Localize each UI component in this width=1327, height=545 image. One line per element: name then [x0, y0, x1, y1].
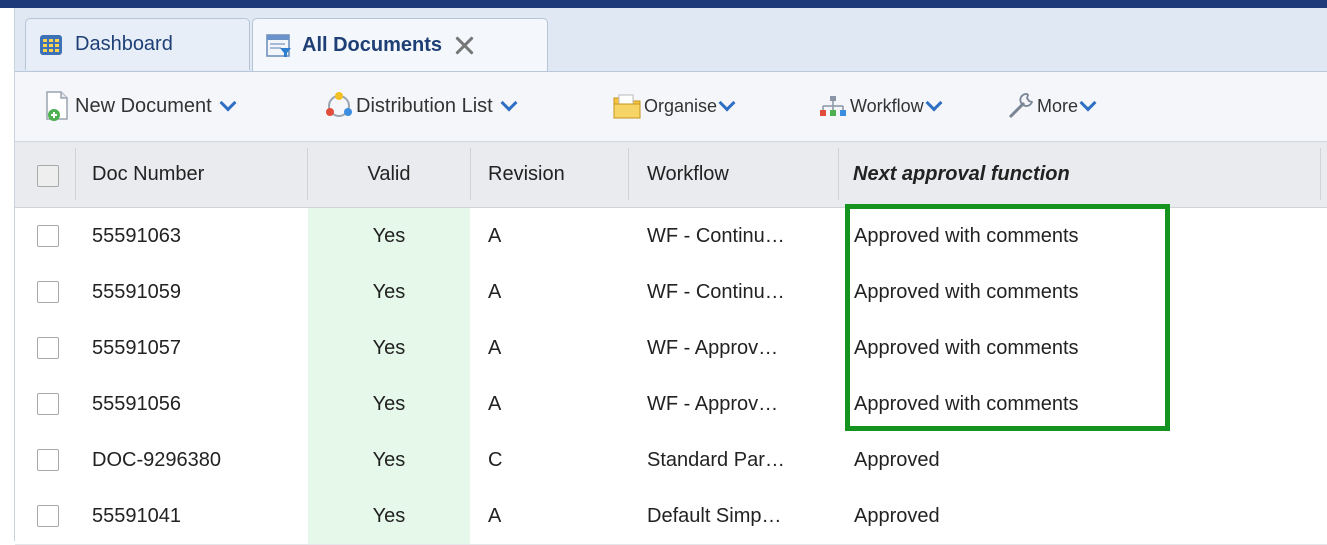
column-divider: [838, 148, 839, 200]
revision-cell: A: [488, 393, 502, 415]
tab-dashboard-label: Dashboard: [75, 33, 173, 55]
left-gutter: [0, 8, 15, 541]
next-approval-cell: Approved with comments: [854, 337, 1079, 359]
next-approval-cell: Approved with comments: [854, 281, 1079, 303]
more-button[interactable]: More: [1005, 88, 1097, 124]
chevron-down-icon: [1079, 94, 1097, 112]
chevron-down-icon: [219, 94, 237, 112]
valid-cell: Yes: [372, 449, 406, 471]
revision-cell: A: [488, 225, 502, 247]
table-row[interactable]: 55591041 Yes A Default Simp… Approved: [15, 488, 1327, 545]
revision-cell: A: [488, 505, 502, 527]
tab-dashboard[interactable]: Dashboard: [25, 18, 250, 70]
header-doc-number[interactable]: Doc Number: [92, 142, 204, 207]
column-divider: [1320, 148, 1321, 200]
chevron-down-icon: [718, 94, 736, 112]
wrench-icon: [1005, 90, 1035, 122]
distribution-list-label: Distribution List: [356, 94, 493, 117]
workflow-button[interactable]: Workflow: [818, 88, 943, 124]
row-checkbox[interactable]: [37, 225, 59, 247]
workflow-cell: WF - Approv…: [647, 337, 779, 359]
toolbar: New Document Distribution List Organise …: [15, 72, 1327, 142]
revision-cell: A: [488, 281, 502, 303]
doc-number-cell[interactable]: 55591041: [92, 488, 181, 544]
new-document-label: New Document: [75, 94, 212, 117]
row-checkbox[interactable]: [37, 505, 59, 527]
documents-list-icon: [266, 34, 291, 57]
more-label: More: [1037, 95, 1079, 116]
workflow-cell: WF - Continu…: [647, 281, 785, 303]
valid-cell: Yes: [372, 281, 406, 303]
header-workflow[interactable]: Workflow: [647, 142, 729, 207]
column-divider: [75, 148, 76, 200]
workflow-label: Workflow: [850, 95, 924, 116]
table-row[interactable]: 55591057 Yes A WF - Approv… Approved wit…: [15, 320, 1327, 377]
doc-number-cell[interactable]: 55591057: [92, 320, 181, 376]
organise-button[interactable]: Organise: [612, 88, 736, 124]
workflow-cell: WF - Approv…: [647, 393, 779, 415]
valid-cell: Yes: [372, 505, 406, 527]
grid-header: Doc Number Valid Revision Workflow Next …: [15, 142, 1327, 208]
distribution-list-icon: [324, 90, 354, 122]
doc-number-cell[interactable]: 55591063: [92, 208, 181, 264]
table-row[interactable]: 55591056 Yes A WF - Approv… Approved wit…: [15, 376, 1327, 433]
next-approval-cell: Approved: [854, 449, 940, 471]
valid-cell: Yes: [372, 393, 406, 415]
new-document-icon: [43, 90, 73, 122]
table-row[interactable]: 55591059 Yes A WF - Continu… Approved wi…: [15, 264, 1327, 321]
row-checkbox[interactable]: [37, 281, 59, 303]
valid-cell: Yes: [372, 337, 406, 359]
header-valid[interactable]: Valid: [308, 142, 470, 207]
workflow-cell: Standard Par…: [647, 449, 785, 471]
column-divider: [470, 148, 471, 200]
dashboard-icon: [39, 34, 63, 56]
chevron-down-icon: [925, 94, 943, 112]
tab-all-documents[interactable]: All Documents: [252, 18, 548, 71]
top-bar: [0, 0, 1327, 8]
next-approval-cell: Approved with comments: [854, 225, 1079, 247]
select-all-checkbox[interactable]: [37, 165, 59, 187]
row-checkbox[interactable]: [37, 393, 59, 415]
workflow-cell: Default Simp…: [647, 505, 782, 527]
next-approval-cell: Approved: [854, 505, 940, 527]
table-row[interactable]: DOC-9296380 Yes C Standard Par… Approved: [15, 432, 1327, 489]
header-next-approval-function[interactable]: Next approval function: [853, 142, 1070, 207]
next-approval-cell: Approved with comments: [854, 393, 1079, 415]
close-icon[interactable]: [452, 33, 476, 57]
chevron-down-icon: [500, 94, 518, 112]
tab-all-documents-label: All Documents: [302, 33, 443, 56]
revision-cell: A: [488, 337, 502, 359]
workflow-cell: WF - Continu…: [647, 225, 785, 247]
distribution-list-button[interactable]: Distribution List: [324, 88, 518, 124]
folder-icon: [612, 90, 642, 122]
app-area: Dashboard All Documents New Document Dis…: [15, 8, 1327, 545]
doc-number-cell[interactable]: DOC-9296380: [92, 432, 221, 488]
new-document-button[interactable]: New Document: [43, 88, 237, 124]
header-revision[interactable]: Revision: [488, 142, 565, 207]
tab-strip: Dashboard All Documents: [15, 8, 1327, 72]
valid-cell: Yes: [372, 225, 406, 247]
revision-cell: C: [488, 449, 503, 471]
column-divider: [628, 148, 629, 200]
row-checkbox[interactable]: [37, 449, 59, 471]
organise-label: Organise: [644, 95, 718, 116]
doc-number-cell[interactable]: 55591059: [92, 264, 181, 320]
table-row[interactable]: 55591063 Yes A WF - Continu… Approved wi…: [15, 208, 1327, 265]
row-checkbox[interactable]: [37, 337, 59, 359]
doc-number-cell[interactable]: 55591056: [92, 376, 181, 432]
workflow-icon: [818, 90, 848, 122]
